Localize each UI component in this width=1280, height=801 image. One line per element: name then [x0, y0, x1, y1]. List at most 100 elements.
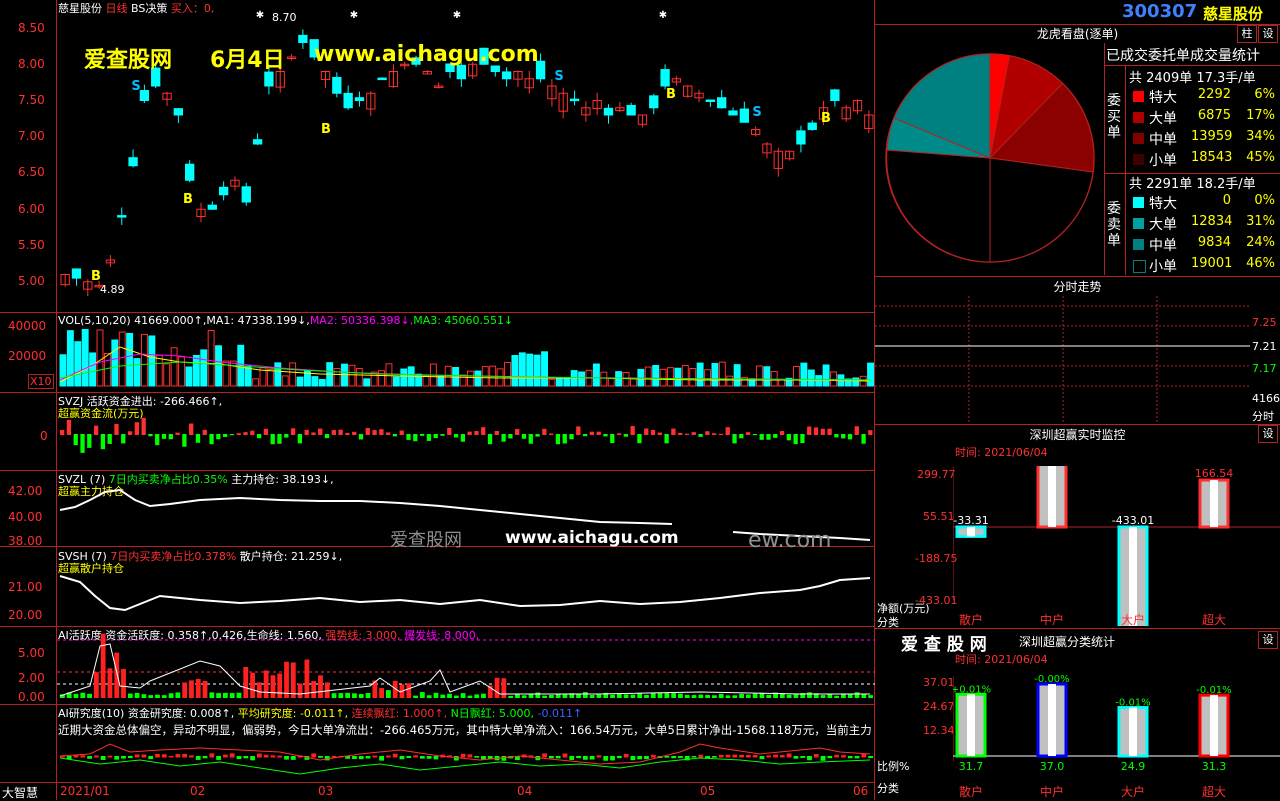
monitor-settings-button[interactable]: 设 [1258, 425, 1278, 443]
research-bar [80, 755, 86, 758]
research-bar [616, 756, 622, 759]
candle-body [377, 77, 387, 81]
volume-bar [815, 375, 823, 387]
research-bar [732, 754, 738, 758]
monitor-tick: -188.75 [915, 552, 958, 565]
fund-flow-bar [324, 434, 330, 439]
research-bar [841, 755, 846, 758]
fund-flow-bar [861, 434, 866, 444]
research-bar [114, 756, 120, 760]
settings-button[interactable]: 设 [1258, 25, 1278, 43]
candle-body [649, 95, 659, 109]
fund-flow-bar [644, 428, 649, 435]
volume-bar [496, 368, 504, 387]
monitor-category-label: 散户 [959, 612, 983, 626]
star-marker: ✱ [659, 10, 667, 21]
research-bar [318, 756, 323, 758]
main-chart-area[interactable]: 慈星股份 日线 BS决策 买入：0, 8.50 8.00 7.50 7.00 6… [0, 0, 875, 800]
volume-bar [830, 371, 837, 387]
monitor-title: 深圳超赢实时监控 [1029, 428, 1126, 442]
volume-bar [533, 354, 541, 387]
activity-bar [426, 695, 432, 698]
fund-flow-bar [223, 434, 228, 437]
stock-code: 300307 [1122, 1, 1198, 22]
volume-bar [807, 369, 815, 387]
volume-bar [200, 349, 208, 387]
activity-bar [284, 661, 289, 698]
activity-bar [352, 693, 357, 698]
class-value-label: 37.0 [1040, 760, 1065, 773]
column-toggle-button[interactable]: 柱 [1237, 25, 1257, 43]
research-bar [148, 756, 154, 760]
fund-flow-bar [779, 430, 785, 435]
activity-bar [127, 693, 133, 698]
sell-row-pct: 0% [1254, 193, 1275, 208]
candle-body [185, 163, 195, 181]
sell-row-count: 0 [1222, 193, 1231, 208]
volume-bar [600, 371, 608, 387]
research-bar [182, 753, 188, 758]
activity-bar [528, 693, 534, 698]
fund-flow-bar [100, 434, 106, 450]
research-bar [603, 756, 609, 761]
activity-bar [229, 693, 235, 698]
activity-bar [576, 694, 581, 698]
fund-flow-bar [542, 428, 547, 435]
volume-bar [252, 378, 260, 387]
intraday-volume-label: 分时 [1252, 410, 1274, 423]
activity-bar [453, 695, 459, 698]
volume-bar [578, 371, 586, 387]
volume-bar [289, 362, 297, 387]
sell-row-label: 大单 [1149, 217, 1177, 233]
research-bar [779, 755, 785, 758]
volume-bar [348, 364, 356, 387]
retail-holding-line [59, 575, 871, 612]
research-bar [664, 756, 670, 758]
activity-bar [413, 695, 418, 698]
volume-bar [504, 361, 511, 387]
class-settings-button[interactable]: 设 [1258, 631, 1278, 649]
candle-body [830, 89, 840, 102]
fund-flow-bar [691, 432, 696, 435]
fund-flow-bar [854, 426, 859, 435]
activity-bar [684, 694, 690, 698]
research-bar [582, 756, 588, 760]
volume-bar [392, 376, 400, 387]
fund-flow-bar [263, 428, 269, 435]
fund-flow-bar [406, 434, 411, 440]
activity-bar [121, 669, 126, 698]
activity-bar [854, 692, 860, 698]
research-bar [209, 753, 215, 758]
activity-bar [100, 633, 106, 698]
class-bar-chart: +0.01% 31.7 散户 -0.00% 37.0 中户 -0.01% 24.9 大户 -0.0… [953, 674, 1280, 799]
buy-color-swatch [1133, 91, 1144, 102]
research-bar [413, 755, 418, 758]
volume-bar [244, 365, 252, 387]
fund-flow-bar [637, 434, 642, 444]
buy-row-pct: 45% [1246, 150, 1275, 165]
fund-flow-bar [433, 434, 438, 439]
class-category-label: 散户 [959, 784, 983, 799]
research-bar [155, 753, 160, 758]
research-bar [189, 755, 194, 758]
fund-flow-bar [555, 434, 561, 445]
candle-body [717, 97, 727, 109]
fund-flow-bar [379, 429, 384, 435]
activity-bar [712, 695, 717, 698]
volume-bar [459, 374, 467, 387]
intraday-chart[interactable] [875, 296, 1250, 422]
volume-bar [852, 377, 860, 387]
research-bar [460, 753, 466, 758]
fund-flow-bar [195, 434, 201, 443]
research-bar [847, 756, 853, 759]
research-bar [698, 754, 704, 758]
volume-bar [155, 354, 163, 387]
activity-bar [508, 695, 514, 698]
activity-bar [827, 694, 833, 698]
volume-bar [422, 375, 430, 387]
class-bar-shine [1048, 684, 1056, 756]
stats-divider [1105, 65, 1280, 66]
sell-color-swatch [1133, 260, 1146, 273]
volume-bar [363, 378, 371, 387]
research-bar [202, 756, 208, 759]
